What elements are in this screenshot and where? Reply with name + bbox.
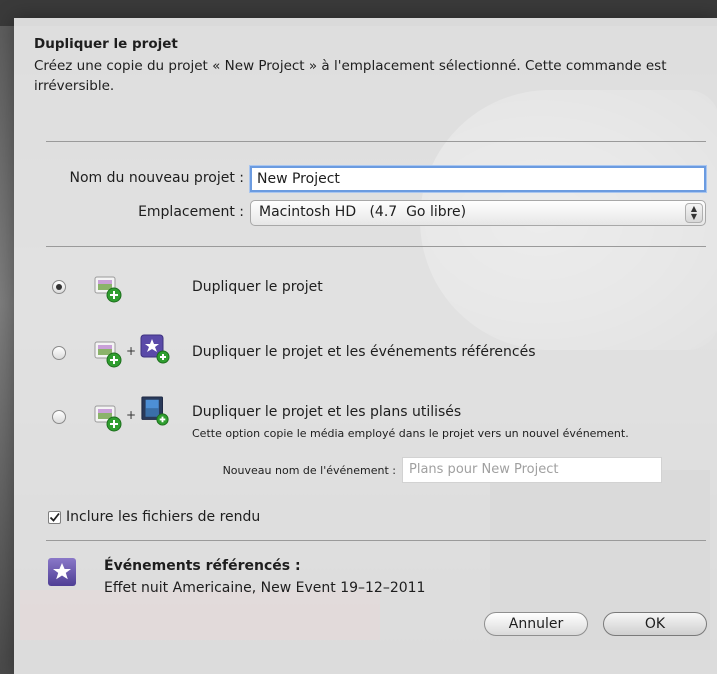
separator	[46, 141, 706, 142]
event-name-field[interactable]: Plans pour New Project	[402, 457, 662, 483]
dialog-title: Dupliquer le projet	[34, 36, 178, 52]
separator	[46, 540, 706, 541]
popup-arrows-icon: ▲ ▼	[685, 203, 703, 223]
project-film-add-icon	[94, 341, 122, 368]
location-value: Macintosh HD (4.7 Go libre)	[259, 204, 467, 220]
option-label: Dupliquer le projet et les événements ré…	[192, 344, 536, 360]
include-render-checkbox[interactable]	[48, 511, 61, 524]
checkmark-icon	[49, 512, 60, 522]
project-name-value: New Project	[257, 171, 340, 187]
dialog-description: Créez une copie du projet « New Project …	[34, 58, 667, 94]
project-name-field[interactable]: New Project	[250, 166, 706, 192]
referenced-events-title: Événements référencés :	[104, 558, 301, 574]
referenced-events-value: Effet nuit Americaine, New Event 19–12–2…	[104, 580, 426, 596]
duplicate-project-sheet: Dupliquer le projet Créez une copie du p…	[14, 18, 717, 674]
plus-sign: +	[126, 408, 137, 422]
star-icon	[53, 563, 71, 580]
location-label: Emplacement :	[138, 204, 244, 220]
event-name-label: Nouveau nom de l'événement :	[222, 464, 396, 477]
event-star-add-icon	[140, 334, 170, 364]
plus-sign: +	[126, 344, 137, 358]
project-film-add-icon	[94, 276, 122, 303]
location-popup[interactable]: Macintosh HD (4.7 Go libre) ▲ ▼	[250, 200, 706, 226]
separator	[46, 246, 706, 247]
include-render-label: Inclure les fichiers de rendu	[66, 509, 261, 525]
option-note: Cette option copie le média employé dans…	[192, 427, 629, 440]
radio-duplicate-project-clips[interactable]	[52, 410, 66, 424]
clips-film-add-icon	[141, 396, 169, 426]
option-label: Dupliquer le projet et les plans utilisé…	[192, 404, 462, 420]
radio-duplicate-project[interactable]	[52, 280, 66, 294]
project-film-add-icon	[94, 405, 122, 432]
event-name-placeholder: Plans pour New Project	[409, 462, 559, 477]
project-name-label: Nom du nouveau projet :	[69, 170, 244, 186]
option-label: Dupliquer le projet	[192, 279, 323, 295]
radio-duplicate-project-events[interactable]	[52, 346, 66, 360]
cancel-button[interactable]: Annuler	[484, 612, 588, 636]
event-star-icon	[48, 558, 76, 586]
ok-button[interactable]: OK	[603, 612, 707, 636]
